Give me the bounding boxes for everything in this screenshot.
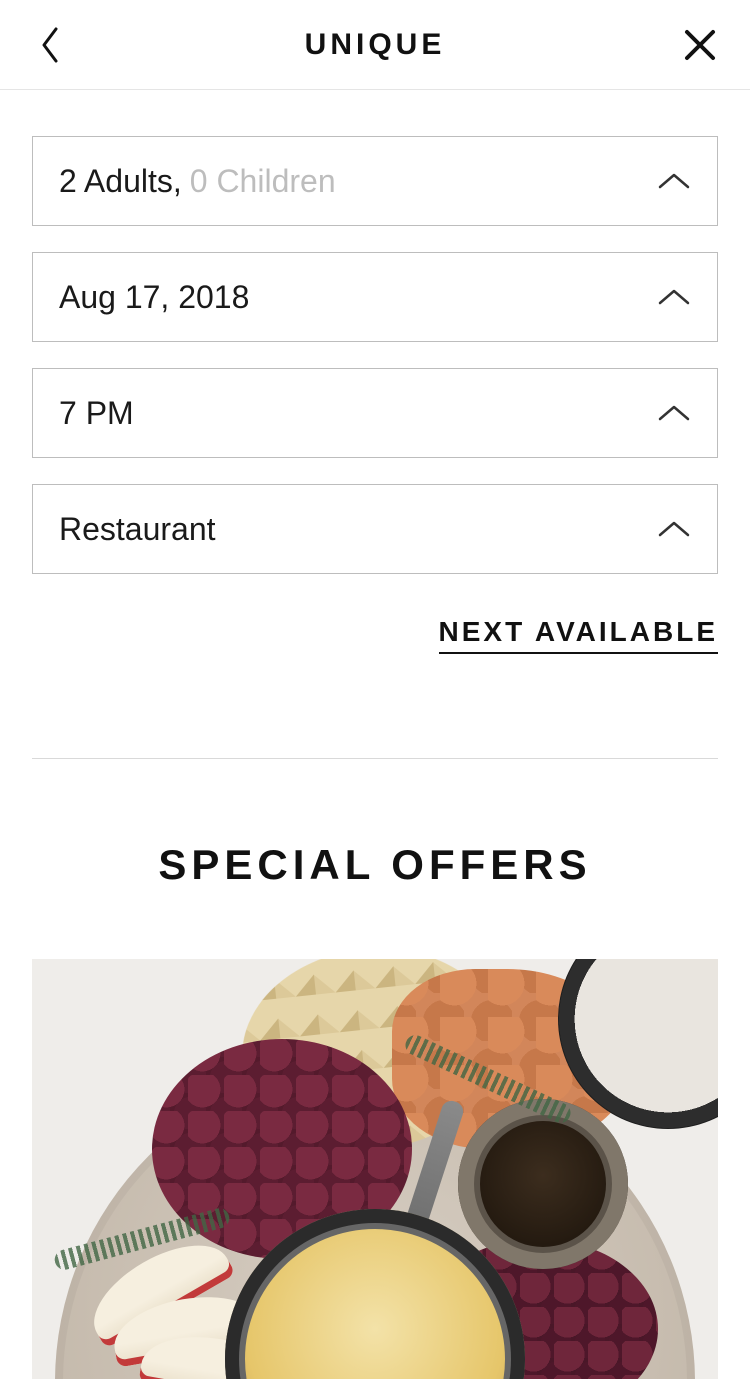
chevron-up-icon [657, 287, 691, 307]
chevron-up-icon [657, 403, 691, 423]
party-size-label: 2 Adults, 0 Children [59, 163, 336, 200]
venue-type-selector[interactable]: Restaurant [32, 484, 718, 574]
time-label: 7 PM [59, 395, 134, 432]
party-size-selector[interactable]: 2 Adults, 0 Children [32, 136, 718, 226]
date-label: Aug 17, 2018 [59, 279, 249, 316]
header: UNIQUE [0, 0, 750, 90]
reservation-form: 2 Adults, 0 Children Aug 17, 2018 7 PM R… [0, 90, 750, 1379]
special-offers-heading: SPECIAL OFFERS [32, 841, 718, 889]
close-button[interactable] [680, 25, 720, 65]
time-selector[interactable]: 7 PM [32, 368, 718, 458]
adults-text: 2 Adults, [59, 163, 182, 200]
chevron-up-icon [657, 171, 691, 191]
special-offer-image[interactable] [32, 959, 718, 1379]
children-text: 0 Children [190, 163, 336, 200]
section-divider [32, 758, 718, 759]
date-selector[interactable]: Aug 17, 2018 [32, 252, 718, 342]
next-available-link[interactable]: NEXT AVAILABLE [439, 616, 718, 654]
chevron-left-icon [40, 27, 60, 63]
page-title: UNIQUE [305, 28, 446, 62]
pepper-dish-icon [458, 1099, 628, 1269]
back-button[interactable] [30, 25, 70, 65]
close-icon [683, 28, 717, 62]
chevron-up-icon [657, 519, 691, 539]
venue-type-label: Restaurant [59, 511, 216, 548]
